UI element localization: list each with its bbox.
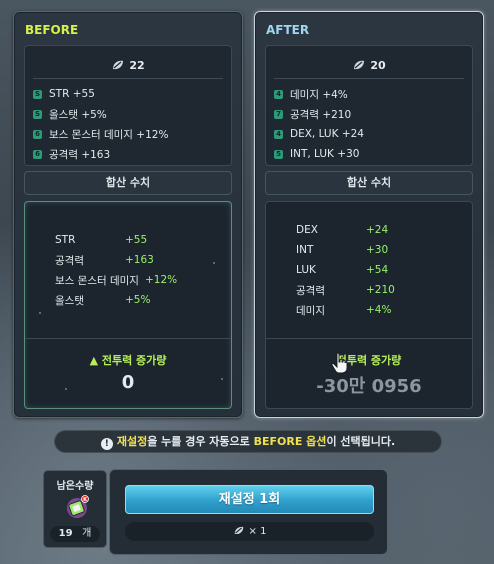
remaining-box: 남은수량 K 19 개 bbox=[43, 470, 107, 548]
before-sum-header: 합산 수치 bbox=[24, 171, 232, 195]
sparkle bbox=[213, 262, 215, 264]
tier-badge: 7 bbox=[274, 109, 283, 119]
stat-row: INT +30 bbox=[296, 244, 389, 256]
before-stat-list: STR +55 공격력 +163 보스 몬스터 데미지 +12% 올스탯 +5% bbox=[55, 230, 177, 310]
after-power-value: -30만 0956 bbox=[316, 376, 422, 397]
tier-badge: 6 bbox=[33, 129, 42, 139]
stat-row: 공격력 +210 bbox=[296, 284, 395, 297]
leaf-icon bbox=[354, 60, 365, 70]
before-power-value: 0 bbox=[121, 372, 135, 393]
divider bbox=[274, 78, 464, 79]
before-option-list: S STR +55 S 올스탯 +5% 6 보스 몬스터 데미지 +12% 6 공격력 … bbox=[33, 84, 225, 164]
reset-button[interactable]: 재설정 1회 bbox=[125, 485, 374, 514]
before-stat-box[interactable]: STR +55 공격력 +163 보스 몬스터 데미지 +12% 올스탯 +5% ▲ 전… bbox=[24, 201, 232, 409]
option-row: 5 INT, LUK +30 bbox=[274, 144, 466, 164]
stat-row: 공격력 +163 bbox=[55, 254, 154, 267]
option-row: 4 데미지 +4% bbox=[274, 84, 466, 104]
tier-badge: S bbox=[33, 109, 42, 119]
leaf-icon bbox=[234, 526, 243, 535]
stat-row: STR +55 bbox=[55, 234, 148, 246]
after-sum-header: 합산 수치 bbox=[265, 171, 473, 195]
after-cube-count: 20 bbox=[266, 59, 472, 72]
before-options-box: 22 S STR +55 S 올스탯 +5% 6 보스 몬스터 데미지 +12% 6공… bbox=[24, 45, 232, 166]
after-title: AFTER bbox=[266, 23, 310, 37]
tier-badge: S bbox=[33, 89, 42, 99]
stat-row: 올스탯 +5% bbox=[55, 294, 151, 307]
cost-pill: × 1 bbox=[125, 522, 374, 541]
info-icon: ! bbox=[100, 438, 113, 450]
notice-bar: ! 재설정을 누를 경우 자동으로 BEFORE 옵션이 선택됩니다. bbox=[54, 430, 442, 453]
sparkle bbox=[65, 388, 67, 390]
tier-badge: 4 bbox=[274, 89, 283, 99]
after-option-list: 4 데미지 +4% 7 공격력 +210 4 DEX, LUK +24 5 INT, L… bbox=[274, 84, 466, 164]
divider bbox=[25, 338, 231, 339]
before-power-label: ▲ 전투력 증가량 bbox=[89, 354, 167, 367]
divider bbox=[266, 338, 472, 339]
stat-row: 보스 몬스터 데미지 +12% bbox=[55, 274, 178, 287]
sparkle bbox=[221, 378, 223, 380]
tier-badge: 6 bbox=[33, 149, 42, 159]
before-title: BEFORE bbox=[25, 23, 79, 37]
hand-cursor-icon bbox=[331, 352, 348, 374]
remaining-label: 남은수량 bbox=[56, 481, 94, 492]
option-row: 6 공격력 +163 bbox=[33, 144, 225, 164]
stat-row: 데미지 +4% bbox=[296, 304, 392, 317]
after-stat-box[interactable]: DEX +24 INT +30 LUK +54 공격력 +210 데미지 +4% 전투력 … bbox=[265, 201, 473, 409]
after-options-box: 20 4 데미지 +4% 7 공격력 +210 4 DEX, LUK +24 5 INT… bbox=[265, 45, 473, 166]
before-cube-count: 22 bbox=[25, 59, 231, 72]
action-box: 재설정 1회 × 1 bbox=[109, 469, 388, 555]
after-panel[interactable]: AFTER 20 4 데미지 +4% 7 공격력 +210 4 DEX, LUK +2… bbox=[254, 11, 484, 418]
option-row: 7 공격력 +210 bbox=[274, 104, 466, 124]
remaining-count: 19 개 bbox=[50, 526, 100, 542]
leaf-icon bbox=[113, 60, 124, 70]
after-stat-list: DEX +24 INT +30 LUK +54 공격력 +210 데미지 +4% bbox=[296, 220, 395, 320]
after-power-label: 전투력 증가량 bbox=[336, 354, 402, 367]
option-row: S 올스탯 +5% bbox=[33, 108, 107, 121]
option-row: 6 보스 몬스터 데미지 +12% bbox=[33, 124, 225, 144]
stat-row: DEX +24 bbox=[296, 224, 389, 236]
cube-item-icon: K bbox=[67, 495, 89, 518]
sparkle bbox=[39, 312, 41, 314]
tier-badge: 5 bbox=[274, 149, 283, 159]
option-row: S STR +55 bbox=[33, 88, 95, 100]
option-row: 4 DEX, LUK +24 bbox=[274, 124, 466, 144]
before-panel: BEFORE 22 S STR +55 S 올스탯 +5% 6 보스 몬스터 데미지 … bbox=[13, 11, 243, 418]
divider bbox=[33, 78, 223, 79]
tier-badge: 4 bbox=[274, 129, 283, 139]
stat-row: LUK +54 bbox=[296, 264, 389, 276]
